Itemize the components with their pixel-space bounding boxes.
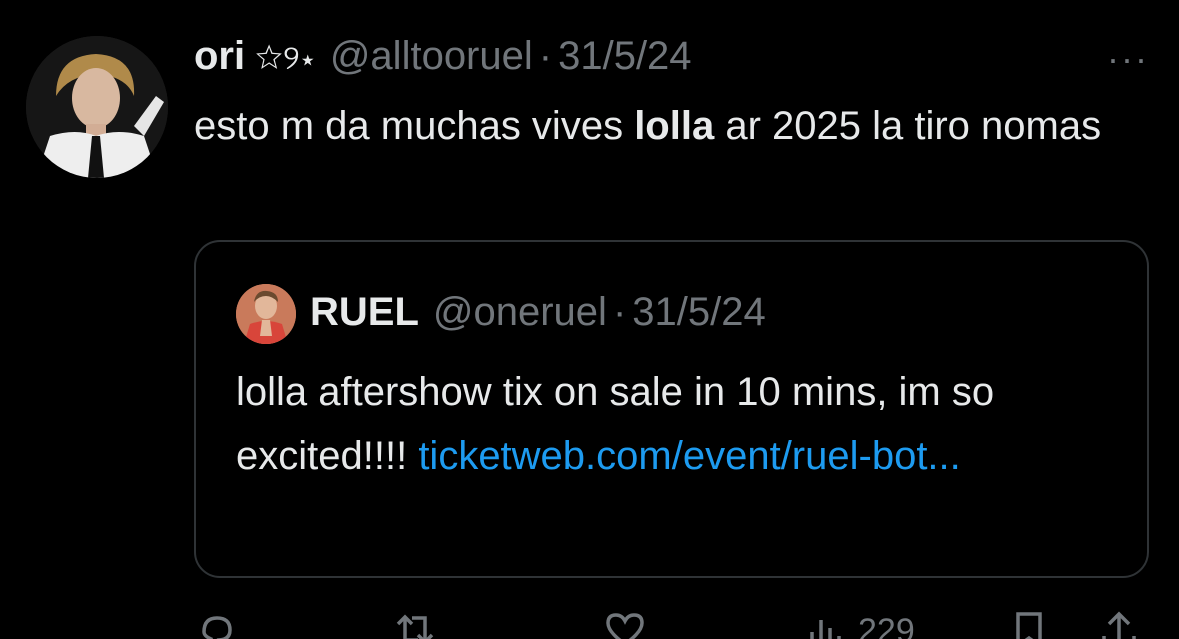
- share-icon: [1102, 611, 1136, 639]
- action-bar: 229: [194, 606, 1144, 639]
- quoted-date[interactable]: 31/5/24: [632, 290, 765, 335]
- author-handle[interactable]: @alltooruel: [330, 34, 533, 79]
- author-name-decoration: ☆୨⋆: [255, 39, 316, 77]
- tweet-text-bold: lolla: [634, 104, 715, 148]
- quoted-text: lolla aftershow tix on sale in 10 mins, …: [236, 360, 1116, 488]
- tweet-header: ori ☆୨⋆ @alltooruel · 31/5/24: [194, 34, 692, 79]
- author-name[interactable]: ori: [194, 34, 245, 79]
- retweet-icon: [396, 614, 434, 639]
- more-options-icon[interactable]: ···: [1107, 38, 1149, 80]
- author-avatar[interactable]: [26, 36, 168, 178]
- bookmark-icon: [1016, 612, 1042, 639]
- views-button[interactable]: 229: [802, 606, 915, 639]
- quoted-separator-dot: ·: [612, 290, 627, 334]
- quoted-author-handle[interactable]: @oneruel: [433, 290, 607, 335]
- tweet-text: esto m da muchas vives lolla ar 2025 la …: [194, 96, 1154, 156]
- quoted-tweet[interactable]: RUEL @oneruel · 31/5/24 lolla aftershow …: [194, 240, 1149, 578]
- tweet-date[interactable]: 31/5/24: [558, 34, 691, 79]
- reply-button[interactable]: [194, 606, 240, 639]
- views-icon: [810, 620, 841, 639]
- separator-dot: ·: [538, 34, 553, 78]
- quoted-author-name[interactable]: RUEL: [310, 290, 419, 335]
- tweet[interactable]: ori ☆୨⋆ @alltooruel · 31/5/24 ··· esto m…: [0, 0, 1179, 639]
- quoted-author-avatar[interactable]: [236, 284, 296, 344]
- tweet-text-part1: esto m da muchas vives: [194, 104, 635, 148]
- like-button[interactable]: [602, 606, 648, 639]
- retweet-button[interactable]: [392, 606, 438, 639]
- reply-icon: [202, 616, 232, 639]
- views-count: 229: [858, 612, 915, 639]
- like-icon: [606, 613, 644, 639]
- tweet-text-part2: ar 2025 la tiro nomas: [714, 104, 1102, 148]
- quoted-link[interactable]: ticketweb.com/event/ruel-bot...: [418, 434, 960, 478]
- share-button[interactable]: [1096, 606, 1142, 639]
- quoted-header: RUEL @oneruel · 31/5/24: [310, 290, 766, 335]
- bookmark-button[interactable]: [1006, 606, 1052, 639]
